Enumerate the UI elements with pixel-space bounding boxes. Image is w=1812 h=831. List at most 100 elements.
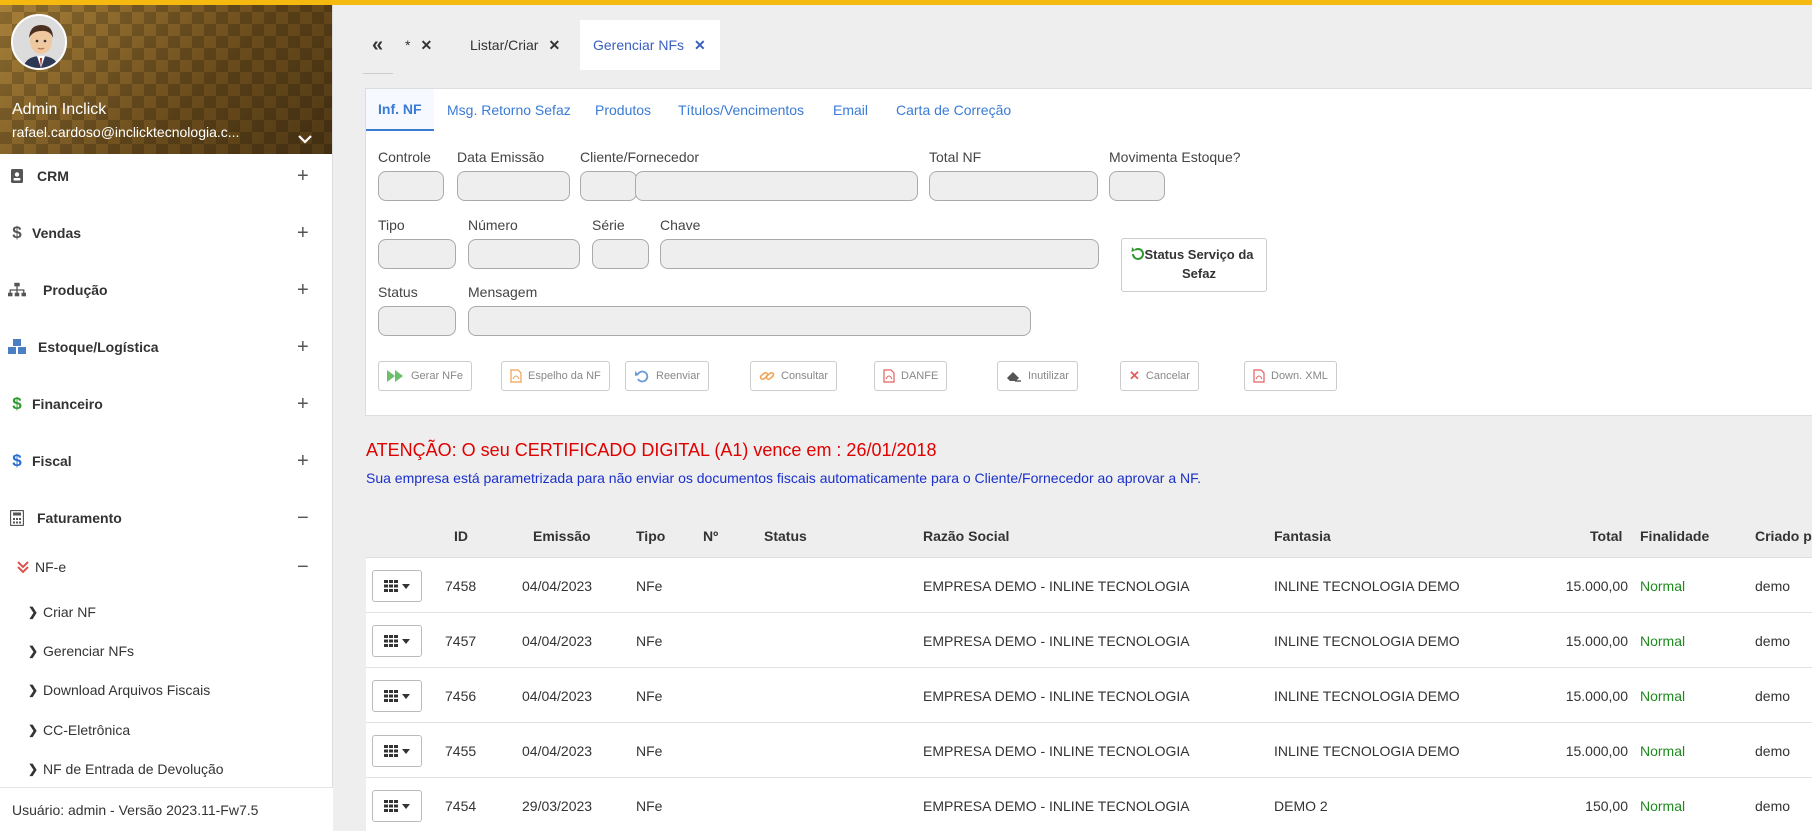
sidebar-subitem-label: Download Arquivos Fiscais [43, 682, 211, 698]
row-actions-button[interactable] [372, 570, 422, 602]
sidebar-item-vendas[interactable]: $ Vendas + [0, 213, 333, 253]
subtab-carta-correcao[interactable]: Carta de Correção [896, 89, 1011, 131]
cell-id: 7455 [445, 743, 477, 759]
plus-icon[interactable]: + [297, 451, 309, 471]
sidebar-item-label: Produção [43, 282, 108, 298]
table-row[interactable]: 7456 04/04/2023 NFe EMPRESA DEMO - INLINE T… [366, 668, 1812, 723]
mensagem-field[interactable] [468, 306, 1031, 336]
plus-icon[interactable]: + [297, 223, 309, 243]
sidebar-item-estoque[interactable]: Estoque/Logística + [0, 327, 333, 367]
sidebar-subitem-download[interactable]: ❯ Download Arquivos Fiscais [0, 675, 333, 705]
cell-tipo: NFe [636, 798, 663, 814]
sidebar-subitem-nf-entrada[interactable]: ❯ NF de Entrada de Devolução [0, 754, 333, 784]
table-row[interactable]: 7458 04/04/2023 NFe EMPRESA DEMO - INLINE T… [366, 558, 1812, 613]
cell-emissao: 04/04/2023 [522, 578, 593, 594]
sidebar-item-label: Faturamento [37, 510, 122, 526]
sidebar-item-crm[interactable]: CRM + [0, 156, 333, 196]
row-actions-button[interactable] [372, 625, 422, 657]
pdf-file-icon [883, 369, 895, 383]
chevron-down-icon[interactable] [296, 130, 314, 148]
cliente-code-field[interactable] [580, 171, 637, 201]
plus-icon[interactable]: + [297, 337, 309, 357]
col-header-razao[interactable]: Razão Social [923, 528, 1009, 544]
cell-emissao: 04/04/2023 [522, 633, 593, 649]
inutilizar-button[interactable]: Inutilizar [997, 361, 1078, 391]
cell-tipo: NFe [636, 578, 663, 594]
col-header-numero[interactable]: Nº [703, 528, 718, 544]
sidebar-item-faturamento[interactable]: Faturamento − [0, 498, 333, 538]
serie-label: Série [592, 217, 625, 233]
sidebar-subitem-label: Criar NF [43, 604, 96, 620]
cell-razao: EMPRESA DEMO - INLINE TECNOLOGIA [923, 633, 1190, 649]
numero-field[interactable] [468, 239, 580, 269]
down-xml-label: Down. XML [1271, 370, 1328, 382]
col-header-id[interactable]: ID [454, 528, 468, 544]
plus-icon[interactable]: + [297, 166, 309, 186]
tabs-collapse-button[interactable]: « [372, 20, 392, 70]
table-row[interactable]: 7455 04/04/2023 NFe EMPRESA DEMO - INLINE T… [366, 723, 1812, 778]
cancelar-button[interactable]: ✕ Cancelar [1120, 361, 1199, 391]
row-actions-button[interactable] [372, 790, 422, 822]
espelho-nf-button[interactable]: Espelho da NF [501, 361, 610, 391]
subtab-email[interactable]: Email [833, 89, 868, 131]
col-header-finalidade[interactable]: Finalidade [1640, 528, 1709, 544]
sidebar-subitem-gerenciar-nfs[interactable]: ❯ Gerenciar NFs [0, 636, 333, 666]
row-actions-button[interactable] [372, 735, 422, 767]
sidebar-subitem-criar-nf[interactable]: ❯ Criar NF [0, 597, 333, 627]
plus-icon[interactable]: + [297, 280, 309, 300]
col-header-total[interactable]: Total [1590, 528, 1622, 544]
close-icon[interactable]: ✕ [694, 37, 706, 54]
profile-email: rafael.cardoso@inclicktecnologia.c... [12, 124, 240, 140]
subtab-titulos[interactable]: Títulos/Vencimentos [678, 89, 804, 131]
close-icon[interactable]: ✕ [420, 37, 432, 54]
tab-asterisk[interactable]: * ✕ [405, 20, 432, 70]
tab-listar-criar[interactable]: Listar/Criar ✕ [470, 20, 560, 70]
close-icon[interactable]: ✕ [548, 37, 560, 54]
controle-field[interactable] [378, 171, 444, 201]
movimenta-field[interactable] [1109, 171, 1165, 201]
col-header-tipo[interactable]: Tipo [636, 528, 665, 544]
grid-icon [384, 635, 398, 647]
col-header-emissao[interactable]: Emissão [533, 528, 591, 544]
sidebar-item-producao[interactable]: Produção + [0, 270, 333, 310]
parametrization-info: Sua empresa está parametrizada para não … [366, 470, 1202, 486]
tipo-field[interactable] [378, 239, 456, 269]
table-row[interactable]: 7454 29/03/2023 NFe EMPRESA DEMO - INLINE T… [366, 778, 1812, 831]
dollar-icon: $ [12, 451, 22, 470]
total-nf-field[interactable] [929, 171, 1098, 201]
data-emissao-field[interactable] [457, 171, 570, 201]
col-header-criado[interactable]: Criado po [1755, 528, 1812, 544]
sidebar-item-fiscal[interactable]: $ Fiscal + [0, 441, 333, 481]
minus-icon[interactable]: − [297, 557, 309, 577]
danfe-button[interactable]: DANFE [874, 361, 948, 391]
status-field[interactable] [378, 306, 456, 336]
tipo-label: Tipo [378, 217, 405, 233]
minus-icon[interactable]: − [297, 508, 309, 528]
col-header-status[interactable]: Status [764, 528, 807, 544]
sidebar-item-nfe[interactable]: NF-e − [0, 547, 333, 587]
espelho-nf-label: Espelho da NF [528, 370, 601, 382]
tab-gerenciar-nfs[interactable]: Gerenciar NFs ✕ [580, 20, 720, 70]
avatar[interactable] [11, 14, 67, 70]
cell-razao: EMPRESA DEMO - INLINE TECNOLOGIA [923, 688, 1190, 704]
subtab-produtos[interactable]: Produtos [595, 89, 651, 131]
sidebar-subitem-cc-eletronica[interactable]: ❯ CC-Eletrônica [0, 715, 333, 745]
cell-criado: demo [1755, 743, 1791, 759]
pdf-file-icon [1253, 369, 1265, 383]
consultar-button[interactable]: Consultar [750, 361, 838, 391]
subtab-msg-retorno[interactable]: Msg. Retorno Sefaz [447, 89, 571, 131]
col-header-fantasia[interactable]: Fantasia [1274, 528, 1331, 544]
plus-icon[interactable]: + [297, 394, 309, 414]
status-sefaz-button[interactable]: Status Serviço da Sefaz [1121, 238, 1267, 292]
chave-field[interactable] [660, 239, 1099, 269]
subtab-inf-nf[interactable]: Inf. NF [366, 89, 434, 131]
reenviar-button[interactable]: Reenviar [625, 361, 710, 391]
cliente-name-field[interactable] [635, 171, 918, 201]
down-xml-button[interactable]: Down. XML [1244, 361, 1337, 391]
gerar-nfe-button[interactable]: Gerar NFe [378, 361, 472, 391]
sidebar-item-financeiro[interactable]: $ Financeiro + [0, 384, 333, 424]
cell-finalidade: Normal [1640, 798, 1686, 814]
table-row[interactable]: 7457 04/04/2023 NFe EMPRESA DEMO - INLINE T… [366, 613, 1812, 668]
serie-field[interactable] [592, 239, 649, 269]
row-actions-button[interactable] [372, 680, 422, 712]
